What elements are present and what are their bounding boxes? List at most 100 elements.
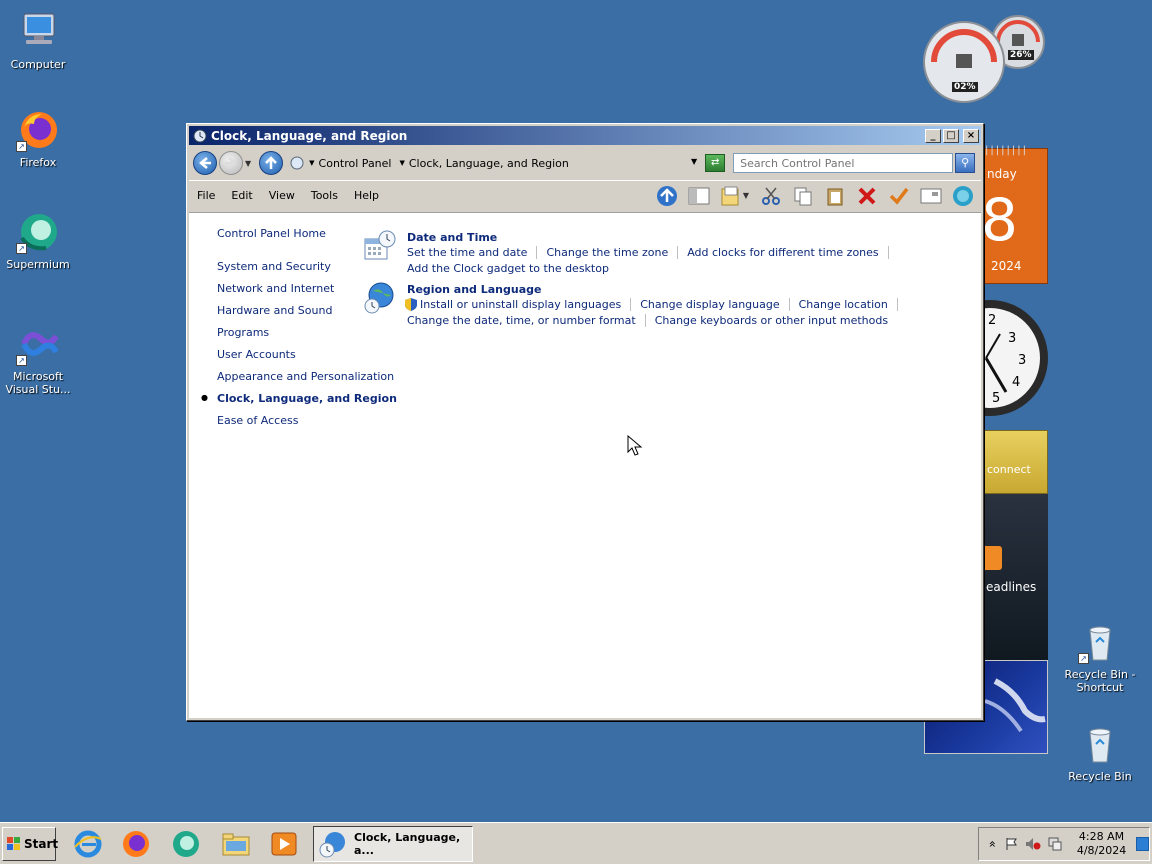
menu-edit[interactable]: Edit bbox=[223, 189, 260, 202]
desktop-icon-recycle-bin-shortcut[interactable]: ↗ Recycle Bin - Shortcut bbox=[1062, 620, 1138, 694]
desktop-icon-firefox[interactable]: ↗ Firefox bbox=[0, 108, 76, 169]
add-clocks-link[interactable]: Add clocks for different time zones bbox=[687, 246, 889, 259]
cut-icon[interactable] bbox=[759, 184, 783, 208]
search-input[interactable] bbox=[733, 153, 954, 173]
weather-gadget[interactable]: connect bbox=[984, 430, 1048, 494]
folders-pane-icon[interactable] bbox=[687, 184, 711, 208]
date-and-time-title-link[interactable]: Date and Time bbox=[407, 231, 898, 244]
forward-button[interactable] bbox=[219, 151, 243, 175]
up-button[interactable] bbox=[259, 151, 284, 175]
taskbar-media-player[interactable] bbox=[266, 827, 302, 861]
taskbar-file-explorer[interactable] bbox=[218, 827, 254, 861]
region-and-language-title-link[interactable]: Region and Language bbox=[407, 283, 907, 296]
taskbar-active-window[interactable]: Clock, Language, a... bbox=[313, 826, 473, 862]
clock-date: 4/8/2024 bbox=[1076, 844, 1127, 857]
menu-help[interactable]: Help bbox=[346, 189, 387, 202]
date-time-row-1: Set the time and date Change the time zo… bbox=[407, 246, 898, 259]
supermium-icon bbox=[173, 831, 199, 857]
taskbar: Start Clock, Language, a... » 4:28 AM 4/… bbox=[0, 822, 1152, 864]
change-location-link[interactable]: Change location bbox=[799, 298, 898, 311]
svg-text:2: 2 bbox=[988, 313, 996, 328]
email-icon[interactable] bbox=[919, 184, 943, 208]
breadcrumb-arrow-icon[interactable]: ▼ bbox=[399, 159, 404, 167]
minimize-button[interactable]: _ bbox=[925, 128, 941, 143]
shortcut-arrow-icon: ↗ bbox=[16, 243, 27, 254]
menu-bar: File Edit View Tools Help ▼ bbox=[189, 180, 981, 210]
change-date-time-number-format-link[interactable]: Change the date, time, or number format bbox=[407, 314, 646, 327]
copy-icon[interactable] bbox=[791, 184, 815, 208]
shortcut-arrow-icon: ↗ bbox=[16, 355, 27, 366]
date-time-icon bbox=[363, 229, 397, 263]
paste-icon[interactable] bbox=[823, 184, 847, 208]
content-pane: Control Panel Home System and Security N… bbox=[189, 212, 981, 718]
address-dropdown-icon[interactable]: ▼ bbox=[691, 157, 697, 166]
up-folder-icon[interactable] bbox=[655, 184, 679, 208]
desktop-icon-visual-studio[interactable]: ↗ Microsoft Visual Stu... bbox=[0, 322, 76, 396]
desktop-icon-label: Recycle Bin - Shortcut bbox=[1064, 668, 1136, 694]
maximize-button[interactable]: □ bbox=[943, 128, 959, 143]
action-center-flag-icon[interactable] bbox=[1005, 835, 1019, 853]
delete-icon[interactable] bbox=[855, 184, 879, 208]
back-button[interactable] bbox=[193, 151, 217, 175]
views-icon[interactable] bbox=[719, 184, 743, 208]
nav-ease-of-access[interactable]: Ease of Access bbox=[217, 414, 397, 427]
windows-flag-icon[interactable] bbox=[951, 184, 975, 208]
install-display-languages-link[interactable]: Install or uninstall display languages bbox=[420, 298, 632, 311]
computer-icon bbox=[16, 10, 60, 54]
desktop-icon-label: Microsoft Visual Stu... bbox=[5, 370, 71, 396]
windows-logo-icon bbox=[7, 837, 21, 851]
clock-gadget[interactable]: 2 3 3 4 5 bbox=[932, 294, 1050, 422]
volume-muted-icon[interactable] bbox=[1025, 835, 1041, 853]
breadcrumb-control-panel[interactable]: Control Panel bbox=[319, 157, 392, 170]
svg-text:5: 5 bbox=[992, 391, 1000, 406]
breadcrumb-clock-language-region[interactable]: Clock, Language, and Region bbox=[409, 157, 569, 170]
menu-view[interactable]: View bbox=[261, 189, 303, 202]
calendar-gadget[interactable]: |||||||| nday 8 2024 bbox=[981, 145, 1048, 284]
taskbar-firefox[interactable] bbox=[118, 827, 154, 861]
window-titlebar[interactable]: Clock, Language, and Region _ □ × bbox=[189, 126, 981, 145]
desktop-icon-computer[interactable]: Computer bbox=[0, 10, 76, 71]
search-icon[interactable]: ⚲ bbox=[955, 153, 976, 173]
close-button[interactable]: × bbox=[963, 128, 979, 143]
calendar-date-number: 8 bbox=[981, 186, 1018, 254]
nav-programs[interactable]: Programs bbox=[217, 326, 397, 339]
change-display-language-link[interactable]: Change display language bbox=[640, 298, 790, 311]
feed-headlines-gadget[interactable]: eadlines bbox=[982, 494, 1048, 660]
calendar-day-name: nday bbox=[987, 167, 1017, 181]
cpu-meter-gadget[interactable]: 02% 26% bbox=[922, 8, 1050, 104]
taskbar-supermium[interactable] bbox=[168, 827, 204, 861]
desktop-icon-recycle-bin[interactable]: Recycle Bin bbox=[1062, 722, 1138, 783]
taskbar-internet-explorer[interactable] bbox=[70, 827, 106, 861]
set-time-and-date-link[interactable]: Set the time and date bbox=[407, 246, 538, 259]
change-keyboards-link[interactable]: Change keyboards or other input methods bbox=[655, 314, 897, 327]
section-date-and-time: Date and Time Set the time and date Chan… bbox=[364, 230, 898, 278]
menu-file[interactable]: File bbox=[189, 189, 223, 202]
svg-text:3: 3 bbox=[1008, 331, 1016, 346]
recycle-bin-icon bbox=[1078, 722, 1122, 766]
nav-appearance-and-personalization[interactable]: Appearance and Personalization bbox=[217, 370, 397, 383]
show-desktop-button[interactable] bbox=[1136, 837, 1149, 851]
taskbar-clock[interactable]: 4:28 AM 4/8/2024 bbox=[1077, 830, 1126, 858]
properties-check-icon[interactable] bbox=[887, 184, 911, 208]
section-region-and-language: Region and Language Install or uninstall… bbox=[364, 282, 907, 330]
desktop-icon-label: Firefox bbox=[19, 156, 57, 169]
nav-clock-language-and-region[interactable]: Clock, Language, and Region bbox=[201, 392, 397, 405]
control-panel-window[interactable]: Clock, Language, and Region _ □ × ▼ ▼ Co… bbox=[186, 123, 984, 721]
menu-tools[interactable]: Tools bbox=[303, 189, 346, 202]
nav-user-accounts[interactable]: User Accounts bbox=[217, 348, 397, 361]
views-dropdown-icon[interactable]: ▼ bbox=[743, 191, 749, 200]
desktop-icon-supermium[interactable]: ↗ Supermium bbox=[0, 210, 76, 271]
shortcut-arrow-icon: ↗ bbox=[16, 141, 27, 152]
address-bar: ▼ ▼ Control Panel ▼ Clock, Language, and… bbox=[189, 148, 981, 178]
tray-expand-icon[interactable]: » bbox=[983, 837, 1001, 851]
mouse-cursor-icon bbox=[627, 434, 643, 460]
recent-pages-dropdown-icon[interactable]: ▼ bbox=[245, 159, 251, 168]
refresh-go-button[interactable]: ⇄ bbox=[705, 154, 726, 172]
address-field[interactable]: ▼ Control Panel ▼ Clock, Language, and R… bbox=[287, 153, 702, 173]
start-button[interactable]: Start bbox=[2, 827, 58, 861]
change-time-zone-link[interactable]: Change the time zone bbox=[546, 246, 679, 259]
network-icon[interactable] bbox=[1047, 835, 1063, 853]
breadcrumb-arrow-icon[interactable]: ▼ bbox=[309, 159, 314, 167]
desktop-icon-label: Computer bbox=[10, 58, 66, 71]
add-clock-gadget-link[interactable]: Add the Clock gadget to the desktop bbox=[407, 262, 618, 275]
